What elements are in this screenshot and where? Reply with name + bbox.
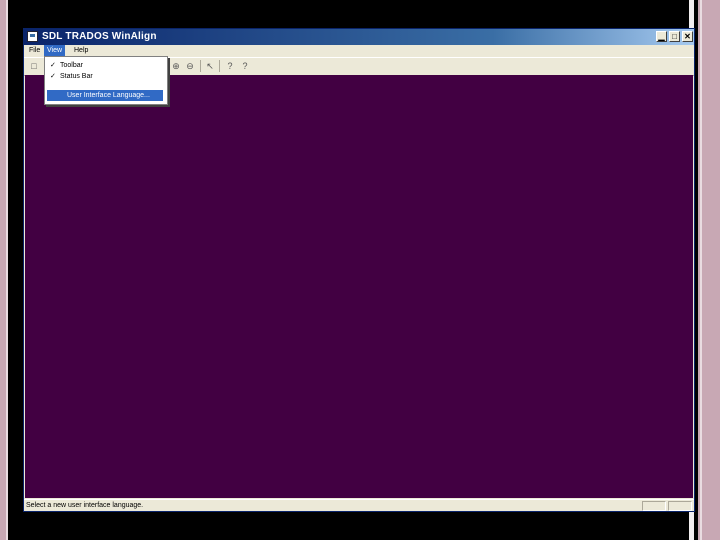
left-decorative-strip	[0, 0, 8, 540]
workspace-area[interactable]	[25, 75, 693, 498]
menu-item-user-interface-language[interactable]: User Interface Language...	[47, 90, 163, 101]
status-bar: Select a new user interface language.	[24, 499, 694, 512]
menu-item-status-bar[interactable]: ✓ Status Bar	[47, 71, 163, 82]
help-pointer-icon[interactable]: ?	[224, 60, 236, 72]
close-button[interactable]: ✕	[682, 31, 693, 42]
maximize-button[interactable]: □	[669, 31, 680, 42]
right-decorative-border	[698, 0, 720, 540]
status-pane	[642, 501, 666, 511]
menu-item-label: Toolbar	[60, 62, 83, 69]
context-help-icon[interactable]: ?	[239, 60, 251, 72]
title-bar[interactable]: SDL TRADOS WinAlign ▁ □ ✕	[24, 29, 694, 45]
minimize-button[interactable]: ▁	[656, 31, 667, 42]
zoom-in-icon[interactable]: ⊕	[170, 60, 182, 72]
check-icon: ✓	[50, 62, 56, 69]
toolbar-separator	[200, 60, 201, 72]
app-icon[interactable]	[27, 31, 38, 42]
menu-item-label: Status Bar	[60, 73, 93, 80]
menu-file[interactable]: File	[26, 45, 43, 57]
status-text: Select a new user interface language.	[26, 502, 144, 509]
menu-item-label: User Interface Language...	[67, 92, 150, 99]
menu-item-toolbar[interactable]: ✓ Toolbar	[47, 60, 163, 71]
window-title: SDL TRADOS WinAlign	[42, 31, 157, 42]
zoom-out-icon[interactable]: ⊖	[184, 60, 196, 72]
new-icon[interactable]: □	[28, 60, 40, 72]
check-icon: ✓	[50, 73, 56, 80]
pointer-icon[interactable]: ↖	[204, 60, 216, 72]
view-menu-dropdown: ✓ Toolbar ✓ Status Bar User Interface La…	[44, 56, 168, 105]
toolbar-separator	[219, 60, 220, 72]
status-pane	[668, 501, 692, 511]
